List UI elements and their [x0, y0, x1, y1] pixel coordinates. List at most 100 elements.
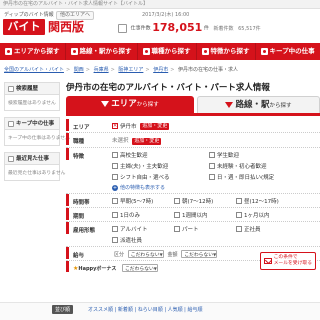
- row-feature: 特徴 高校生歓迎 学生歓迎 主婦(夫)・主夫歓迎 未経験・初心者歓迎 シフト自由…: [66, 148, 320, 194]
- area-checkbox[interactable]: 伊丹市: [112, 122, 137, 130]
- mail-icon: [263, 258, 272, 264]
- hours-label: 時間帯: [66, 194, 112, 206]
- wage-kingaku-select[interactable]: こだわらない ▼: [181, 250, 218, 258]
- crumb-itami[interactable]: 伊丹市: [153, 67, 168, 73]
- nav-line[interactable]: 路線・駅から探す: [66, 43, 138, 60]
- jobs-count: 178,051: [152, 21, 203, 34]
- briefcase-icon: [142, 48, 150, 55]
- wage-kubun-select[interactable]: こだわらない ▼: [127, 250, 164, 258]
- row-area: エリア 伊丹市 追加・変更: [66, 119, 320, 133]
- crumb-hanshin[interactable]: 阪神エリア: [118, 67, 143, 73]
- employ-checkbox[interactable]: 正社員: [236, 225, 306, 233]
- folder-icon: [260, 48, 268, 55]
- chevron-down-icon: ▼: [159, 251, 163, 257]
- jobs-label: 仕事件数: [130, 25, 151, 32]
- hours-checkbox[interactable]: 朝(7〜12時): [174, 197, 236, 205]
- wage-kingaku-label: 金額: [167, 251, 178, 258]
- sort-options[interactable]: オススメ順 | 新着順 | ねらい目順 | 人気順 | 給与順: [88, 306, 202, 313]
- region-select-button[interactable]: 他のエリアへ: [56, 11, 95, 20]
- feature-checkbox[interactable]: 主婦(夫)・主夫歓迎: [112, 162, 209, 170]
- site-logo[interactable]: バイトル: [3, 19, 45, 49]
- nav-feature[interactable]: 特徴から探す: [197, 43, 256, 60]
- feature-checkbox[interactable]: 高校生歓迎: [112, 151, 209, 159]
- job-change-button[interactable]: 追加・変更: [132, 138, 162, 145]
- hours-checkbox[interactable]: 昼(12〜17時): [236, 197, 306, 205]
- history-icon: [8, 85, 14, 92]
- breadcrumb: 全国のアルバイト・バイト > 関西 > 兵庫県 > 阪神エリア > 伊丹市 > 伊丹市の在…: [4, 67, 239, 73]
- search-form: エリア 伊丹市 追加・変更 職種 未選択 追加・変更 特徴 高校生歓迎 学生歓迎…: [66, 119, 320, 275]
- tab-area[interactable]: エリアから探す: [66, 96, 194, 113]
- chevron-down-icon: ▼: [213, 251, 217, 257]
- wage-label: 給与: [66, 247, 112, 259]
- feature-checkbox[interactable]: シフト自由・選べる: [112, 173, 209, 181]
- update-date: 2017/3/2(木) 16:00: [142, 12, 190, 18]
- term-checkbox[interactable]: 1日のみ: [112, 211, 174, 219]
- term-checkbox[interactable]: 1ヶ月以内: [236, 211, 306, 219]
- nav-job[interactable]: 職種から探す: [138, 43, 197, 60]
- sort-label: 並び順: [52, 305, 74, 314]
- pin-icon: [101, 100, 110, 107]
- feature-checkbox[interactable]: 日・週・即日払い(規定: [209, 173, 306, 181]
- row-employ: 雇用形態 アルバイト パート 正社員 派遣社員: [66, 222, 320, 247]
- row-happy: ★Happyボーナス こだわらない ▼ この条件で メールを受け取る: [66, 252, 320, 275]
- crumb-zenkoku[interactable]: 全国のアルバイト・バイト: [4, 67, 64, 73]
- pin-icon: [225, 101, 234, 108]
- new-count: 65,517件: [238, 25, 261, 32]
- keep-header[interactable]: キープ中の仕事: [5, 118, 59, 130]
- wage-kubun-label: 区分: [114, 251, 125, 258]
- row-job: 職種 未選択 追加・変更: [66, 133, 320, 148]
- page-title: 伊丹市の在宅のアルバイト・バイト・パート求人情報: [66, 83, 270, 93]
- employ-checkbox[interactable]: アルバイト: [112, 225, 174, 233]
- main-nav: エリアから探す 路線・駅から探す 職種から探す 特徴から探す キープ中の仕事: [0, 43, 320, 60]
- search-tabs: エリアから探す 路線・駅から探す: [66, 96, 320, 113]
- term-label: 期間: [66, 208, 112, 220]
- crumb-current: 伊丹市の在宅の仕事・求人: [178, 67, 239, 73]
- job-label: 職種: [66, 133, 112, 145]
- recent-empty: 最近見た仕事はありません: [8, 171, 66, 176]
- employ-label: 雇用形態: [66, 222, 112, 234]
- save-search-mail-button[interactable]: この条件で メールを受け取る: [259, 252, 316, 270]
- area-label: エリア: [66, 119, 112, 131]
- feature-checkbox[interactable]: 未経験・初心者歓迎: [209, 162, 306, 170]
- history-box: 検索履歴 検索履歴はありません: [4, 82, 60, 111]
- keep-icon: [8, 120, 14, 127]
- plus-icon: +: [112, 184, 118, 191]
- employ-checkbox[interactable]: パート: [174, 225, 236, 233]
- region-name: 関西版: [48, 20, 85, 34]
- happy-label: ★Happyボーナス: [66, 261, 116, 272]
- hours-checkbox[interactable]: 早朝(5〜7時): [112, 197, 174, 205]
- pin-icon: [5, 48, 12, 55]
- header: ディップのバイト情報 バイトル 関西版 他のエリアへ 2017/3/2(木) 1…: [0, 9, 320, 49]
- top-strip: 伊丹市の在宅のアルバイト・バイト求人情報サイト【バイトル】: [0, 0, 320, 9]
- nav-area[interactable]: エリアから探す: [0, 43, 66, 60]
- row-term: 期間 1日のみ 1週間以内 1ヶ月以内: [66, 208, 320, 222]
- happy-select[interactable]: こだわらない ▼: [122, 264, 158, 272]
- job-value: 未選択: [112, 138, 129, 144]
- recent-header[interactable]: 最近見た仕事: [5, 153, 59, 165]
- feature-checkbox[interactable]: 学生歓迎: [209, 151, 306, 159]
- tab-line[interactable]: 路線・駅から探す: [197, 96, 320, 113]
- clipboard-icon: [118, 23, 127, 33]
- term-checkbox[interactable]: 1週間以内: [174, 211, 236, 219]
- tagline: ディップのバイト情報: [4, 12, 54, 18]
- keep-box: キープ中の仕事 キープ中の仕事はありません: [4, 117, 70, 146]
- keep-empty: キープ中の仕事はありません: [8, 136, 70, 141]
- crumb-hyogo[interactable]: 兵庫県: [94, 67, 109, 73]
- jobs-unit: 件: [203, 25, 209, 32]
- chevron-down-icon: ▼: [153, 265, 157, 271]
- nav-keep[interactable]: キープ中の仕事: [256, 43, 320, 60]
- job-stats: 仕事件数 178,051 件 新着件数 65,517件: [118, 22, 261, 35]
- employ-checkbox[interactable]: 派遣社員: [112, 236, 174, 244]
- history-header[interactable]: 検索履歴: [5, 83, 59, 95]
- history-empty: 検索履歴はありません: [8, 101, 56, 106]
- row-hours: 時間帯 早朝(5〜7時) 朝(7〜12時) 昼(12〜17時): [66, 194, 320, 208]
- more-features-link[interactable]: + 他の特徴も表示する: [112, 184, 165, 191]
- recent-box: 最近見た仕事 最近見た仕事はありません: [4, 152, 66, 181]
- area-change-button[interactable]: 追加・変更: [140, 123, 170, 130]
- check-icon: [112, 123, 118, 129]
- feature-label: 特徴: [66, 148, 112, 160]
- recent-icon: [8, 155, 14, 162]
- star-icon: [201, 48, 209, 55]
- crumb-kansai[interactable]: 関西: [74, 67, 84, 73]
- sidebar: 検索履歴 検索履歴はありません キープ中の仕事 キープ中の仕事はありません 最近…: [4, 82, 70, 187]
